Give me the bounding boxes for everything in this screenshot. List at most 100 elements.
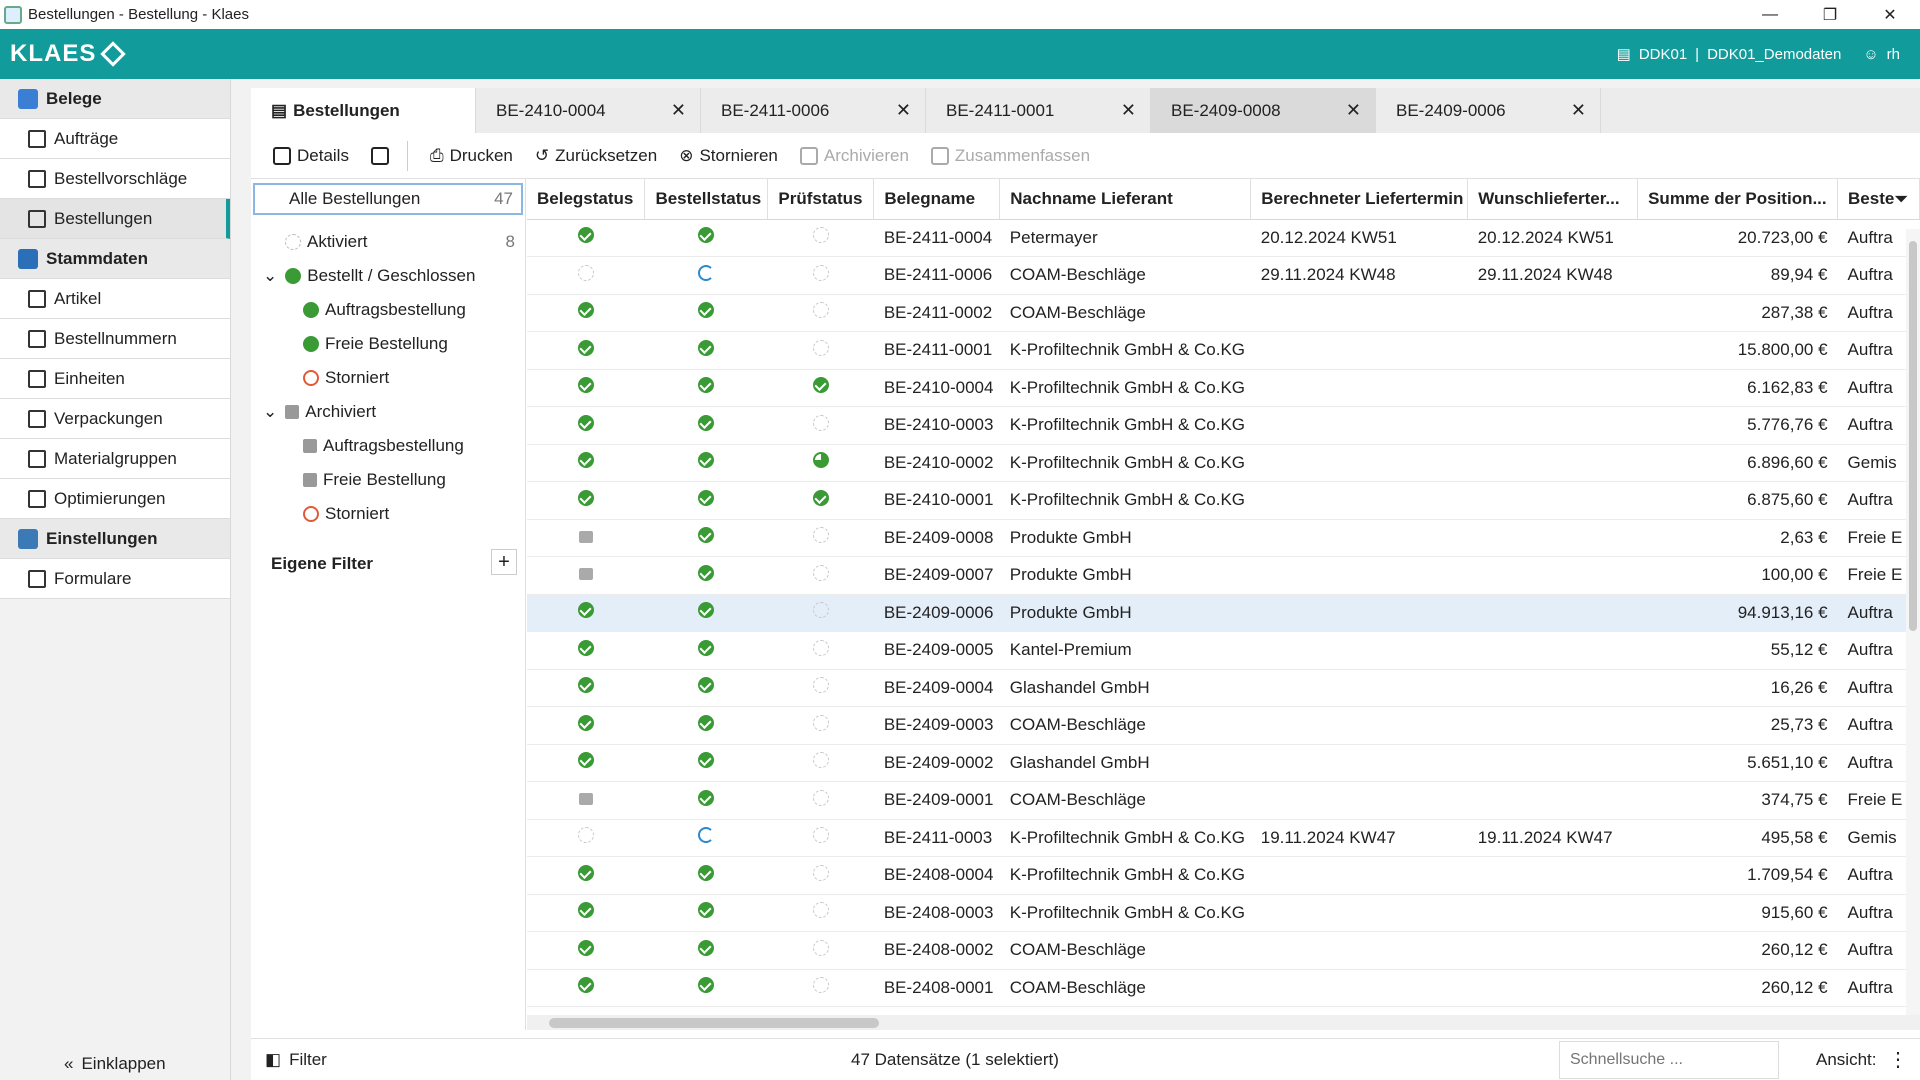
sidebar-group-0[interactable]: Belege [0,79,230,119]
tree-freie-bestellung[interactable]: Freie Bestellung [251,327,525,361]
status-empty-icon [812,564,829,581]
collapse-button[interactable]: « Einklappen [64,1054,166,1074]
table-row[interactable]: BE-2409-0005 Kantel-Premium 55,12 € Auftra [527,631,1920,670]
filter-panel-icon: ◧ [265,1049,282,1069]
table-row[interactable]: BE-2408-0003 K-Profiltechnik GmbH & Co.KG… [527,894,1920,932]
tab-3[interactable]: BE-2411-0001 ✕ [926,88,1151,133]
document-icon [28,449,46,468]
table-row[interactable]: BE-2409-0008 Produkte GmbH 2,63 € Freie E [527,519,1920,557]
db-code[interactable]: DDK01 [1639,46,1687,63]
add-filter-button[interactable]: + [491,549,517,575]
chevron-down-icon[interactable]: ⌄ [263,402,277,422]
sidebar-item[interactable]: Materialgruppen [0,439,230,479]
tree-bestellt[interactable]: ⌄ Bestellt / Geschlossen [251,259,525,293]
close-tab-icon[interactable]: ✕ [1571,100,1586,121]
tree-aktiviert[interactable]: Aktiviert 8 [251,225,525,259]
column-header[interactable]: Nachname Lieferant [999,179,1252,220]
sidebar-item-label: Optimierungen [54,488,166,508]
table-row[interactable]: BE-2408-0002 COAM-Beschläge 260,12 € Auftra [527,931,1920,970]
tree-storniert[interactable]: Storniert [251,361,525,395]
zusammenfassen-button[interactable]: Zusammenfassen [930,146,1090,166]
column-header[interactable]: Bestellstatus [644,179,769,220]
tree-archiv-freie[interactable]: Freie Bestellung [251,463,525,497]
sidebar-group-2[interactable]: Einstellungen [0,519,230,559]
column-header[interactable]: Belegstatus [527,179,646,220]
tab-2[interactable]: BE-2411-0006 ✕ [701,88,926,133]
check-circle-icon [698,714,715,731]
sidebar-item[interactable]: Aufträge [0,119,230,159]
zuruecksetzen-button[interactable]: ↺ Zurücksetzen [535,146,657,166]
table-row[interactable]: BE-2409-0003 COAM-Beschläge 25,73 € Auftra [527,706,1920,745]
close-tab-icon[interactable]: ✕ [896,100,911,121]
column-header[interactable]: Wunschlieferter... [1467,179,1639,220]
table-row[interactable]: BE-2408-0001 COAM-Beschläge 260,12 € Auftra [527,969,1920,1007]
archive-icon [799,146,818,165]
tree-label: Freie Bestellung [323,470,446,489]
window-titlebar: Bestellungen - Bestellung - Klaes — ❐ ✕ [0,0,1920,29]
drucken-button[interactable]: ⎙ Drucken [430,146,513,166]
tree-auftragsbestellung[interactable]: Auftragsbestellung [251,293,525,327]
horizontal-scrollbar[interactable] [527,1015,1920,1030]
tree-archiv-auftragsbestellung[interactable]: Auftragsbestellung [251,429,525,463]
tree-archiv-storniert[interactable]: Storniert [251,497,525,531]
table-row[interactable]: BE-2411-0002 COAM-Beschläge 287,38 € Auftra [527,294,1920,332]
tab-4[interactable]: BE-2409-0008 ✕ [1151,88,1376,133]
table-row[interactable]: BE-2410-0002 K-Profiltechnik GmbH & Co.KG… [527,444,1920,482]
tree-all-bestellungen[interactable]: Alle Bestellungen 47 [253,183,523,215]
sidebar-item[interactable]: Bestellnummern [0,319,230,359]
sidebar-item[interactable]: Einheiten [0,359,230,399]
sidebar-item[interactable]: Bestellvorschläge [0,159,230,199]
table-row[interactable]: BE-2409-0006 Produkte GmbH 94.913,16 € Auft… [527,594,1920,632]
table-row[interactable]: BE-2411-0006 COAM-Beschläge 29.11.2024 KW4… [527,256,1920,295]
vertical-scrollbar[interactable] [1906,229,1920,1015]
close-tab-icon[interactable]: ✕ [1121,100,1136,121]
table-row[interactable]: BE-2409-0002 Glashandel GmbH 5.651,10 € Auf… [527,744,1920,782]
column-header[interactable]: Summe der Position... [1637,179,1839,220]
vertical-scroll-thumb[interactable] [1909,241,1917,631]
sidebar-item[interactable]: Bestellungen [0,199,230,239]
horizontal-scroll-thumb[interactable] [549,1018,879,1028]
db-name[interactable]: DDK01_Demodaten [1707,46,1841,63]
column-header[interactable]: Prüfstatus [767,179,875,220]
chevron-down-icon[interactable]: ⌄ [263,266,277,286]
cell-wun [1467,781,1638,820]
cell-sum: 15.800,00 € [1637,331,1838,370]
column-header[interactable]: Berechneter Liefertermin [1250,179,1469,220]
close-tab-icon[interactable]: ✕ [1346,100,1361,121]
table-row[interactable]: BE-2410-0001 K-Profiltechnik GmbH & Co.KG… [527,481,1920,520]
quick-search-input[interactable] [1559,1041,1779,1079]
panel-toggle-button[interactable] [370,146,389,165]
table-row[interactable]: BE-2409-0007 Produkte GmbH 100,00 € Freie E [527,556,1920,595]
close-tab-icon[interactable]: ✕ [671,100,686,121]
table-row[interactable]: BE-2411-0003 K-Profiltechnik GmbH & Co.KG… [527,819,1920,857]
table-row[interactable]: BE-2410-0003 K-Profiltechnik GmbH & Co.KG… [527,406,1920,445]
status-cell [527,631,645,670]
table-row[interactable]: BE-2411-0004 Petermayer 20.12.2024 KW51 20.… [527,219,1920,257]
table-row[interactable]: BE-2409-0004 Glashandel GmbH 16,26 € Auftra [527,669,1920,707]
close-button[interactable]: ✕ [1860,0,1920,29]
sidebar-item[interactable]: Formulare [0,559,230,599]
table-row[interactable]: BE-2411-0001 K-Profiltechnik GmbH & Co.KG… [527,331,1920,370]
maximize-button[interactable]: ❐ [1800,0,1860,29]
cell-lief: K-Profiltechnik GmbH & Co.KG [999,894,1251,932]
tab-0[interactable]: ▤ Bestellungen [251,88,476,133]
column-header[interactable]: Belegname [873,179,1001,220]
sidebar-item[interactable]: Optimierungen [0,479,230,519]
filter-toggle-button[interactable]: ◧ Filter [265,1050,327,1070]
sidebar-group-1[interactable]: Stammdaten [0,239,230,279]
stornieren-button[interactable]: ⊗ Stornieren [679,146,778,166]
details-button[interactable]: Details [273,146,349,166]
sidebar-item[interactable]: Artikel [0,279,230,319]
table-row[interactable]: BE-2408-0004 K-Profiltechnik GmbH & Co.KG… [527,856,1920,895]
tree-archiviert[interactable]: ⌄ Archiviert [251,395,525,429]
table-row[interactable]: BE-2410-0004 K-Profiltechnik GmbH & Co.KG… [527,369,1920,407]
table-row[interactable]: BE-2409-0001 COAM-Beschläge 374,75 € Freie … [527,781,1920,820]
filter-funnel-icon[interactable]: ⏷ [1894,189,1912,209]
user-name[interactable]: rh [1887,46,1900,63]
tab-1[interactable]: BE-2410-0004 ✕ [476,88,701,133]
sidebar-item[interactable]: Verpackungen [0,399,230,439]
tab-5[interactable]: BE-2409-0006 ✕ [1376,88,1601,133]
more-options-icon[interactable]: ⋮ [1888,1047,1908,1072]
minimize-button[interactable]: — [1740,0,1800,29]
archivieren-button[interactable]: Archivieren [799,146,909,166]
